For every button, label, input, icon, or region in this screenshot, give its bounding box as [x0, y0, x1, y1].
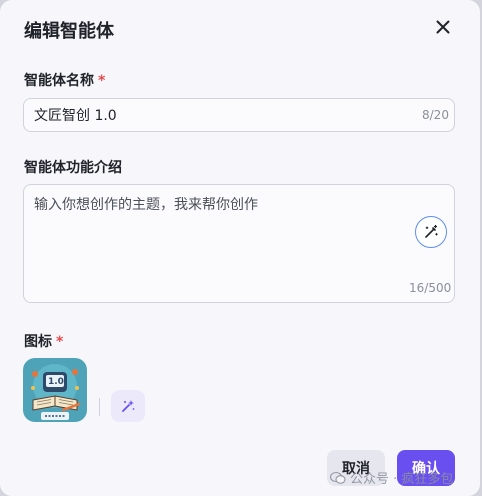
- agent-name-input[interactable]: 文匠智创 1.0: [23, 98, 455, 132]
- wechat-icon: [330, 471, 346, 484]
- required-mark: *: [98, 73, 106, 89]
- edit-agent-dialog: 编辑智能体 智能体名称 * 文匠智创 1.0 8/20 智能体功能介绍 输入你想创…: [0, 0, 480, 496]
- icon-version-badge: 1.0: [48, 377, 64, 387]
- icon-label-row: 图标 *: [24, 331, 63, 351]
- name-label-row: 智能体名称 *: [24, 70, 105, 90]
- dialog-title: 编辑智能体: [24, 21, 114, 42]
- magic-wand-icon: [425, 224, 438, 238]
- watermark-text: 公众号 · 疯狂多包: [350, 472, 454, 487]
- agent-description-value: 输入你想创作的主题，我来帮你创作: [34, 197, 258, 213]
- watermark: 公众号 · 疯狂多包: [330, 468, 453, 487]
- agent-icon-image[interactable]: 1.0: [23, 358, 87, 422]
- close-button[interactable]: [432, 16, 454, 38]
- name-char-counter: 8/20: [422, 108, 449, 122]
- name-label: 智能体名称: [24, 73, 94, 89]
- required-mark: *: [56, 334, 64, 350]
- icon-label: 图标: [24, 334, 52, 350]
- description-label: 智能体功能介绍: [24, 160, 122, 176]
- icon-divider: [99, 398, 100, 416]
- generate-description-button[interactable]: [415, 216, 447, 248]
- agent-name-value: 文匠智创 1.0: [34, 108, 117, 124]
- description-char-counter: 16/500: [409, 281, 452, 295]
- close-icon: [436, 20, 450, 34]
- ai-generate-icon-button[interactable]: [111, 390, 145, 422]
- agent-description-textarea[interactable]: 输入你想创作的主题，我来帮你创作: [23, 184, 455, 303]
- sparkle-icon: [122, 400, 135, 412]
- agent-avatar-illustration: [23, 358, 87, 422]
